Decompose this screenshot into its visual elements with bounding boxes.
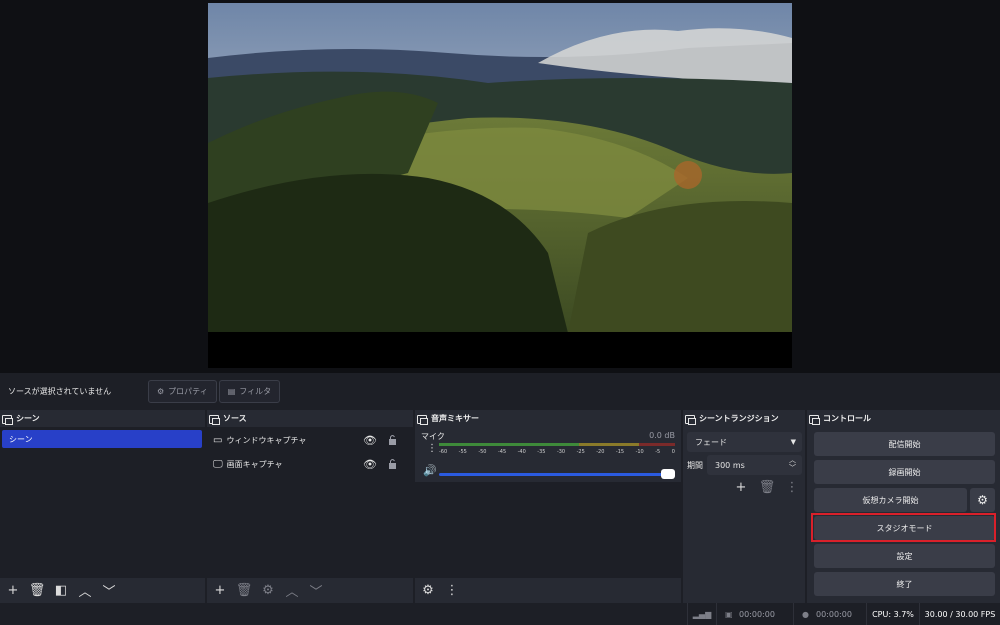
source-name: ウィンドウキャプチャ [226,435,307,445]
obs-window: ソースが選択されていません ⚙ プロパティ ▤ フィルタ シーン シーン + 🗑… [0,0,1000,625]
sources-dock: ソース ▭ ウィンドウキャプチャ 👁 🖵 画面キャプチャ 👁 + 🗑 ⚙ ︿ ﹀ [207,410,413,603]
gear-icon[interactable]: ⚙ [259,582,277,600]
source-item-window-capture[interactable]: ▭ ウィンドウキャプチャ 👁 [213,430,403,450]
volume-slider-track[interactable] [439,473,675,476]
start-virtual-camera-button[interactable]: 仮想カメラ開始 [814,488,967,512]
sources-list: ▭ ウィンドウキャプチャ 👁 🖵 画面キャプチャ 👁 [207,427,413,603]
properties-label: プロパティ [168,387,208,396]
properties-button[interactable]: ⚙ プロパティ [148,380,217,403]
source-item-screen-capture[interactable]: 🖵 画面キャプチャ 👁 [213,454,403,474]
landscape-image [208,3,792,368]
eye-icon[interactable]: 👁 [363,458,377,471]
add-transition-button[interactable]: + [732,478,750,496]
mixer-dock-title: 音声ミキサー [415,410,681,427]
mixer-channel: マイク 0.0 dB ⋮ -60 -55 -50 -45 -40 -35 -30 -25 -20… [415,427,681,482]
virtual-camera-settings-button[interactable]: ⚙ [970,488,995,512]
transitions-dock-title: シーントランジション [683,410,805,427]
chevron-down-icon: ▼ [790,438,796,446]
meter-yellow [579,443,639,446]
no-source-label: ソースが選択されていません [8,387,112,396]
trash-icon[interactable]: 🗑 [235,582,253,600]
add-scene-button[interactable]: + [4,582,22,600]
scenes-list: シーン [0,427,205,603]
kebab-menu-icon[interactable]: ⋮ [443,582,461,600]
monitor-icon: 🖵 [213,458,223,470]
sources-toolbar: + 🗑 ⚙ ︿ ﹀ [207,578,413,603]
kebab-menu-icon[interactable]: ⋮ [427,443,437,454]
meter-ticks: -60 -55 -50 -45 -40 -35 -30 -25 -20 -15 -10 -5 0 [439,449,675,455]
mixer-body: マイク 0.0 dB ⋮ -60 -55 -50 -45 -40 -35 -30 -25 -20… [415,427,681,603]
chevron-up-icon[interactable]: ︿ [283,582,301,600]
status-bar: ▂▄▆ ▣ 00:00:00 ● 00:00:00 CPU: 3.7% 30.0… [0,603,1000,625]
duration-spinbox[interactable]: 300 ms ︿ ﹀ [707,455,802,475]
meter-red [639,443,675,446]
trash-icon[interactable]: 🗑 [28,582,46,600]
scenes-dock-title: シーン [0,410,205,427]
dock-float-icon[interactable] [417,414,428,425]
recording-icon: ▣ [725,609,733,619]
start-streaming-button[interactable]: 配信開始 [814,432,995,456]
settings-button[interactable]: 設定 [814,544,995,568]
eye-icon[interactable]: 👁 [363,434,377,447]
scene-filters-icon[interactable]: ◧ [52,582,70,600]
preview-area[interactable] [0,0,1000,373]
signal-bars-icon: ▂▄▆ [692,609,712,619]
speaker-icon[interactable]: 🔊 [423,464,437,477]
source-toolbar: ソースが選択されていません ⚙ プロパティ ▤ フィルタ [0,374,1000,409]
gear-icon[interactable]: ⚙ [419,582,437,600]
transitions-dock: シーントランジション フェード ▼ 期間 300 ms ︿ ﹀ + 🗑 ⋮ [683,410,805,603]
cpu-usage: CPU: 3.7% [872,609,914,619]
filters-button[interactable]: ▤ フィルタ [218,380,281,403]
recording-time: 00:00:00 [739,609,775,619]
dock-float-icon[interactable] [2,414,13,425]
chevron-down-icon[interactable]: ﹀ [100,582,118,600]
trash-icon[interactable]: 🗑 [758,478,776,496]
gear-icon: ⚙ [157,387,165,396]
chevron-down-icon[interactable]: ﹀ [307,582,325,600]
volume-slider-knob[interactable] [661,469,675,479]
dock-float-icon[interactable] [209,414,220,425]
controls-dock-title: コントロール [807,410,1000,427]
source-name: 画面キャプチャ [226,459,283,469]
sources-dock-title: ソース [207,410,413,427]
scenes-dock: シーン シーン + 🗑 ◧ ︿ ﹀ [0,410,205,603]
scene-item[interactable]: シーン [2,430,202,448]
window-icon: ▭ [213,434,223,446]
filter-icon: ▤ [227,387,236,396]
kebab-menu-icon[interactable]: ⋮ [783,478,801,496]
channel-db: 0.0 dB [649,431,675,440]
exit-button[interactable]: 終了 [814,572,995,596]
fps-readout: 30.00 / 30.00 FPS [924,609,996,619]
chevron-up-icon[interactable]: ︿ [76,582,94,600]
channel-name: マイク [421,432,445,441]
duration-label: 期間 [687,461,703,470]
transition-select[interactable]: フェード ▼ [687,432,802,452]
add-source-button[interactable]: + [211,582,229,600]
dock-float-icon[interactable] [685,414,696,425]
dock-float-icon[interactable] [809,414,820,425]
transitions-body: フェード ▼ 期間 300 ms ︿ ﹀ + 🗑 ⋮ [683,427,805,603]
studio-mode-highlight [811,513,996,542]
scenes-toolbar: + 🗑 ◧ ︿ ﹀ [0,578,205,603]
audio-mixer-dock: 音声ミキサー マイク 0.0 dB ⋮ -60 -55 -50 -45 -40 -35 -3… [415,410,681,603]
duration-value: 300 ms [715,460,745,470]
meter-green [439,443,579,446]
start-recording-button[interactable]: 録画開始 [814,460,995,484]
lock-icon[interactable] [388,458,397,470]
mixer-toolbar: ⚙ ⋮ [415,578,681,603]
preview-canvas [208,3,792,368]
streaming-time: 00:00:00 [816,609,852,619]
gear-icon: ⚙ [977,493,988,507]
streaming-icon: ● [802,609,809,619]
transition-select-value: フェード [695,437,727,447]
filters-label: フィルタ [239,387,272,396]
lock-icon[interactable] [388,434,397,446]
spin-arrows-icon[interactable]: ︿ ﹀ [789,456,796,472]
